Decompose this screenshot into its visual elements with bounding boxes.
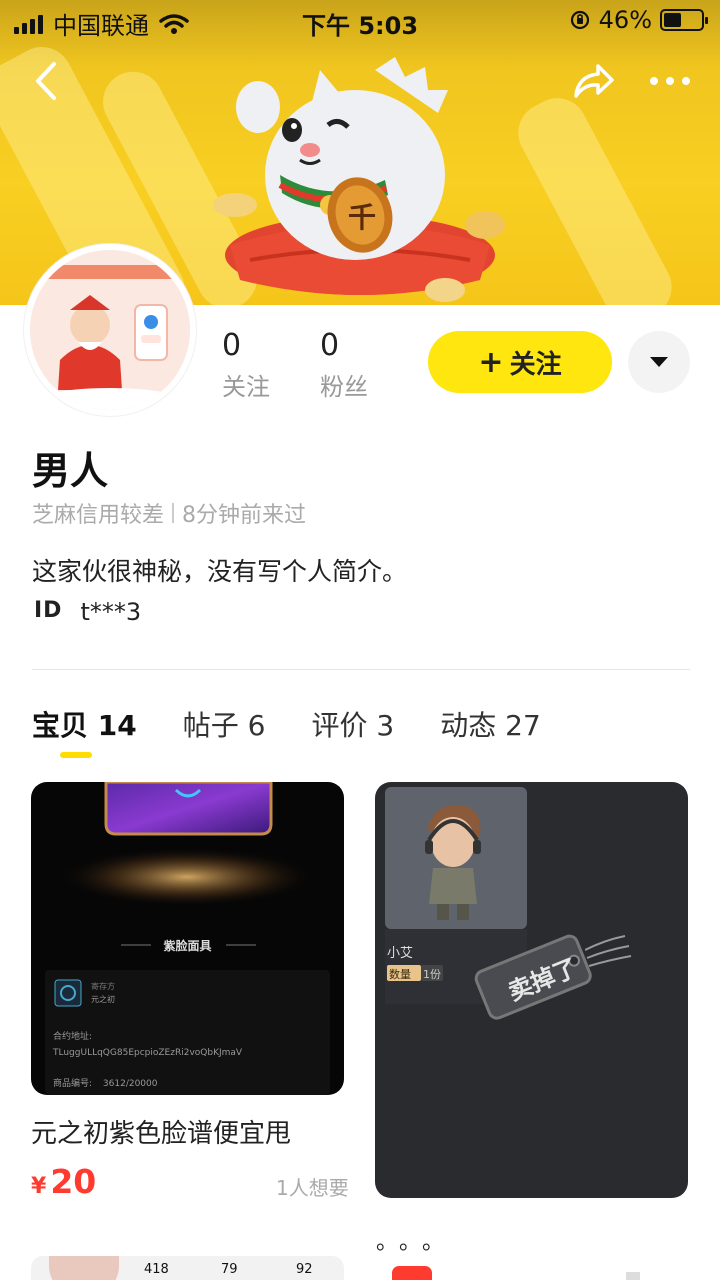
price-amount: 20 [50,1162,97,1201]
user-id-value: t***3 [80,598,142,626]
product-price: ¥ 20 [31,1162,96,1201]
avatar[interactable] [30,250,190,410]
follow-button[interactable]: + 关注 [428,331,612,393]
product-image-qty-label: 数量 [389,968,411,981]
product-image-number-label: 商品编号: [53,1079,93,1089]
product-image-qty: 1份 [423,968,441,981]
tab-posts[interactable]: 帖子 6 [183,704,266,744]
last-seen: 8分钟前来过 [182,503,307,528]
banner-decoration [507,87,683,305]
subline-separator [172,503,175,523]
product-image-number-row: 商品编号: 3612/20000 [53,1076,158,1089]
tab-label: 评价 [311,709,368,742]
peek-number: 92 [296,1262,313,1277]
fans-label: 粉丝 [320,373,368,401]
ellipsis-icon: 。。。 [376,1230,457,1255]
active-tab-indicator [60,752,92,758]
user-id-row: ID t***3 [34,598,141,626]
peek-number: 79 [221,1262,238,1277]
tab-label: 帖子 [182,709,239,742]
following-count: 0 [222,328,242,363]
username: 男人 [32,449,109,493]
product-image[interactable]: 418 79 92 [31,1256,344,1280]
product-image-name: 小艾 [387,946,414,961]
following-label: 关注 [222,373,270,401]
product-image-caption: 紫脸面具 [163,939,212,953]
plus-icon: + [478,344,504,380]
product-image-address-label: 合约地址: [53,1032,93,1042]
tab-label: 宝贝 [32,709,89,742]
fans-stat[interactable]: 0 粉丝 [320,328,368,402]
orientation-lock-icon [570,10,589,30]
following-stat[interactable]: 0 关注 [222,328,270,402]
product-image-owner: 元之初 [91,995,115,1004]
product-image-address: TLuggULLqQG85EpcpioZEzRi2voQbKJmaV [53,1048,243,1058]
tab-count: 3 [376,709,395,742]
tab-reviews[interactable]: 评价 3 [311,704,394,744]
battery-percent: 46% [598,6,652,34]
caret-down-icon [650,357,668,367]
bio: 这家伙很神秘，没有写个人简介。 [32,557,408,586]
tab-label: 动态 [440,709,497,742]
product-image-number: 3612/20000 [102,1079,158,1089]
share-button[interactable] [570,58,616,104]
peek-number: 418 [144,1262,169,1277]
battery-fill [664,13,681,27]
divider [32,669,690,670]
product-title[interactable]: 元之初紫色脸谱便宜甩 [31,1113,291,1150]
sold-tag-string-icon [585,935,632,967]
svg-text:千: 千 [348,201,376,234]
tab-items[interactable]: 宝贝 14 [32,704,137,744]
user-id-label: ID [34,598,63,623]
avatar-image [30,250,190,410]
tab-count: 27 [505,709,541,742]
peek-mark [626,1272,640,1280]
tab-count: 14 [97,709,137,742]
currency-symbol: ¥ [31,1174,47,1199]
product-image[interactable]: 紫脸面具 寄存方 元之初 合约地址: TLuggULLqQG85EpcpioZE… [31,782,344,1095]
more-button[interactable] [648,68,692,94]
credit-status[interactable]: 芝麻信用较差 [32,497,164,529]
product-image-owner-label: 寄存方 [91,982,115,991]
battery-icon [660,9,708,31]
price-peek [392,1266,432,1280]
want-count: 1人想要 [276,1176,349,1200]
mascot-illustration: 千 [213,57,505,302]
more-options-button[interactable] [628,331,690,393]
tab-count: 6 [247,709,266,742]
product-image-face [49,1256,119,1280]
status-bar-right: 46% [569,6,708,34]
back-button[interactable] [28,58,68,104]
profile-tabs: 宝贝 14 帖子 6 评价 3 动态 27 [32,704,541,744]
tab-activity[interactable]: 动态 27 [440,704,541,744]
profile-subline: 芝麻信用较差 8分钟前来过 [32,497,306,529]
follow-button-label: 关注 [509,349,562,380]
fans-count: 0 [320,328,340,363]
status-bar: 中国联通 下午 5:03 46% [0,0,720,40]
